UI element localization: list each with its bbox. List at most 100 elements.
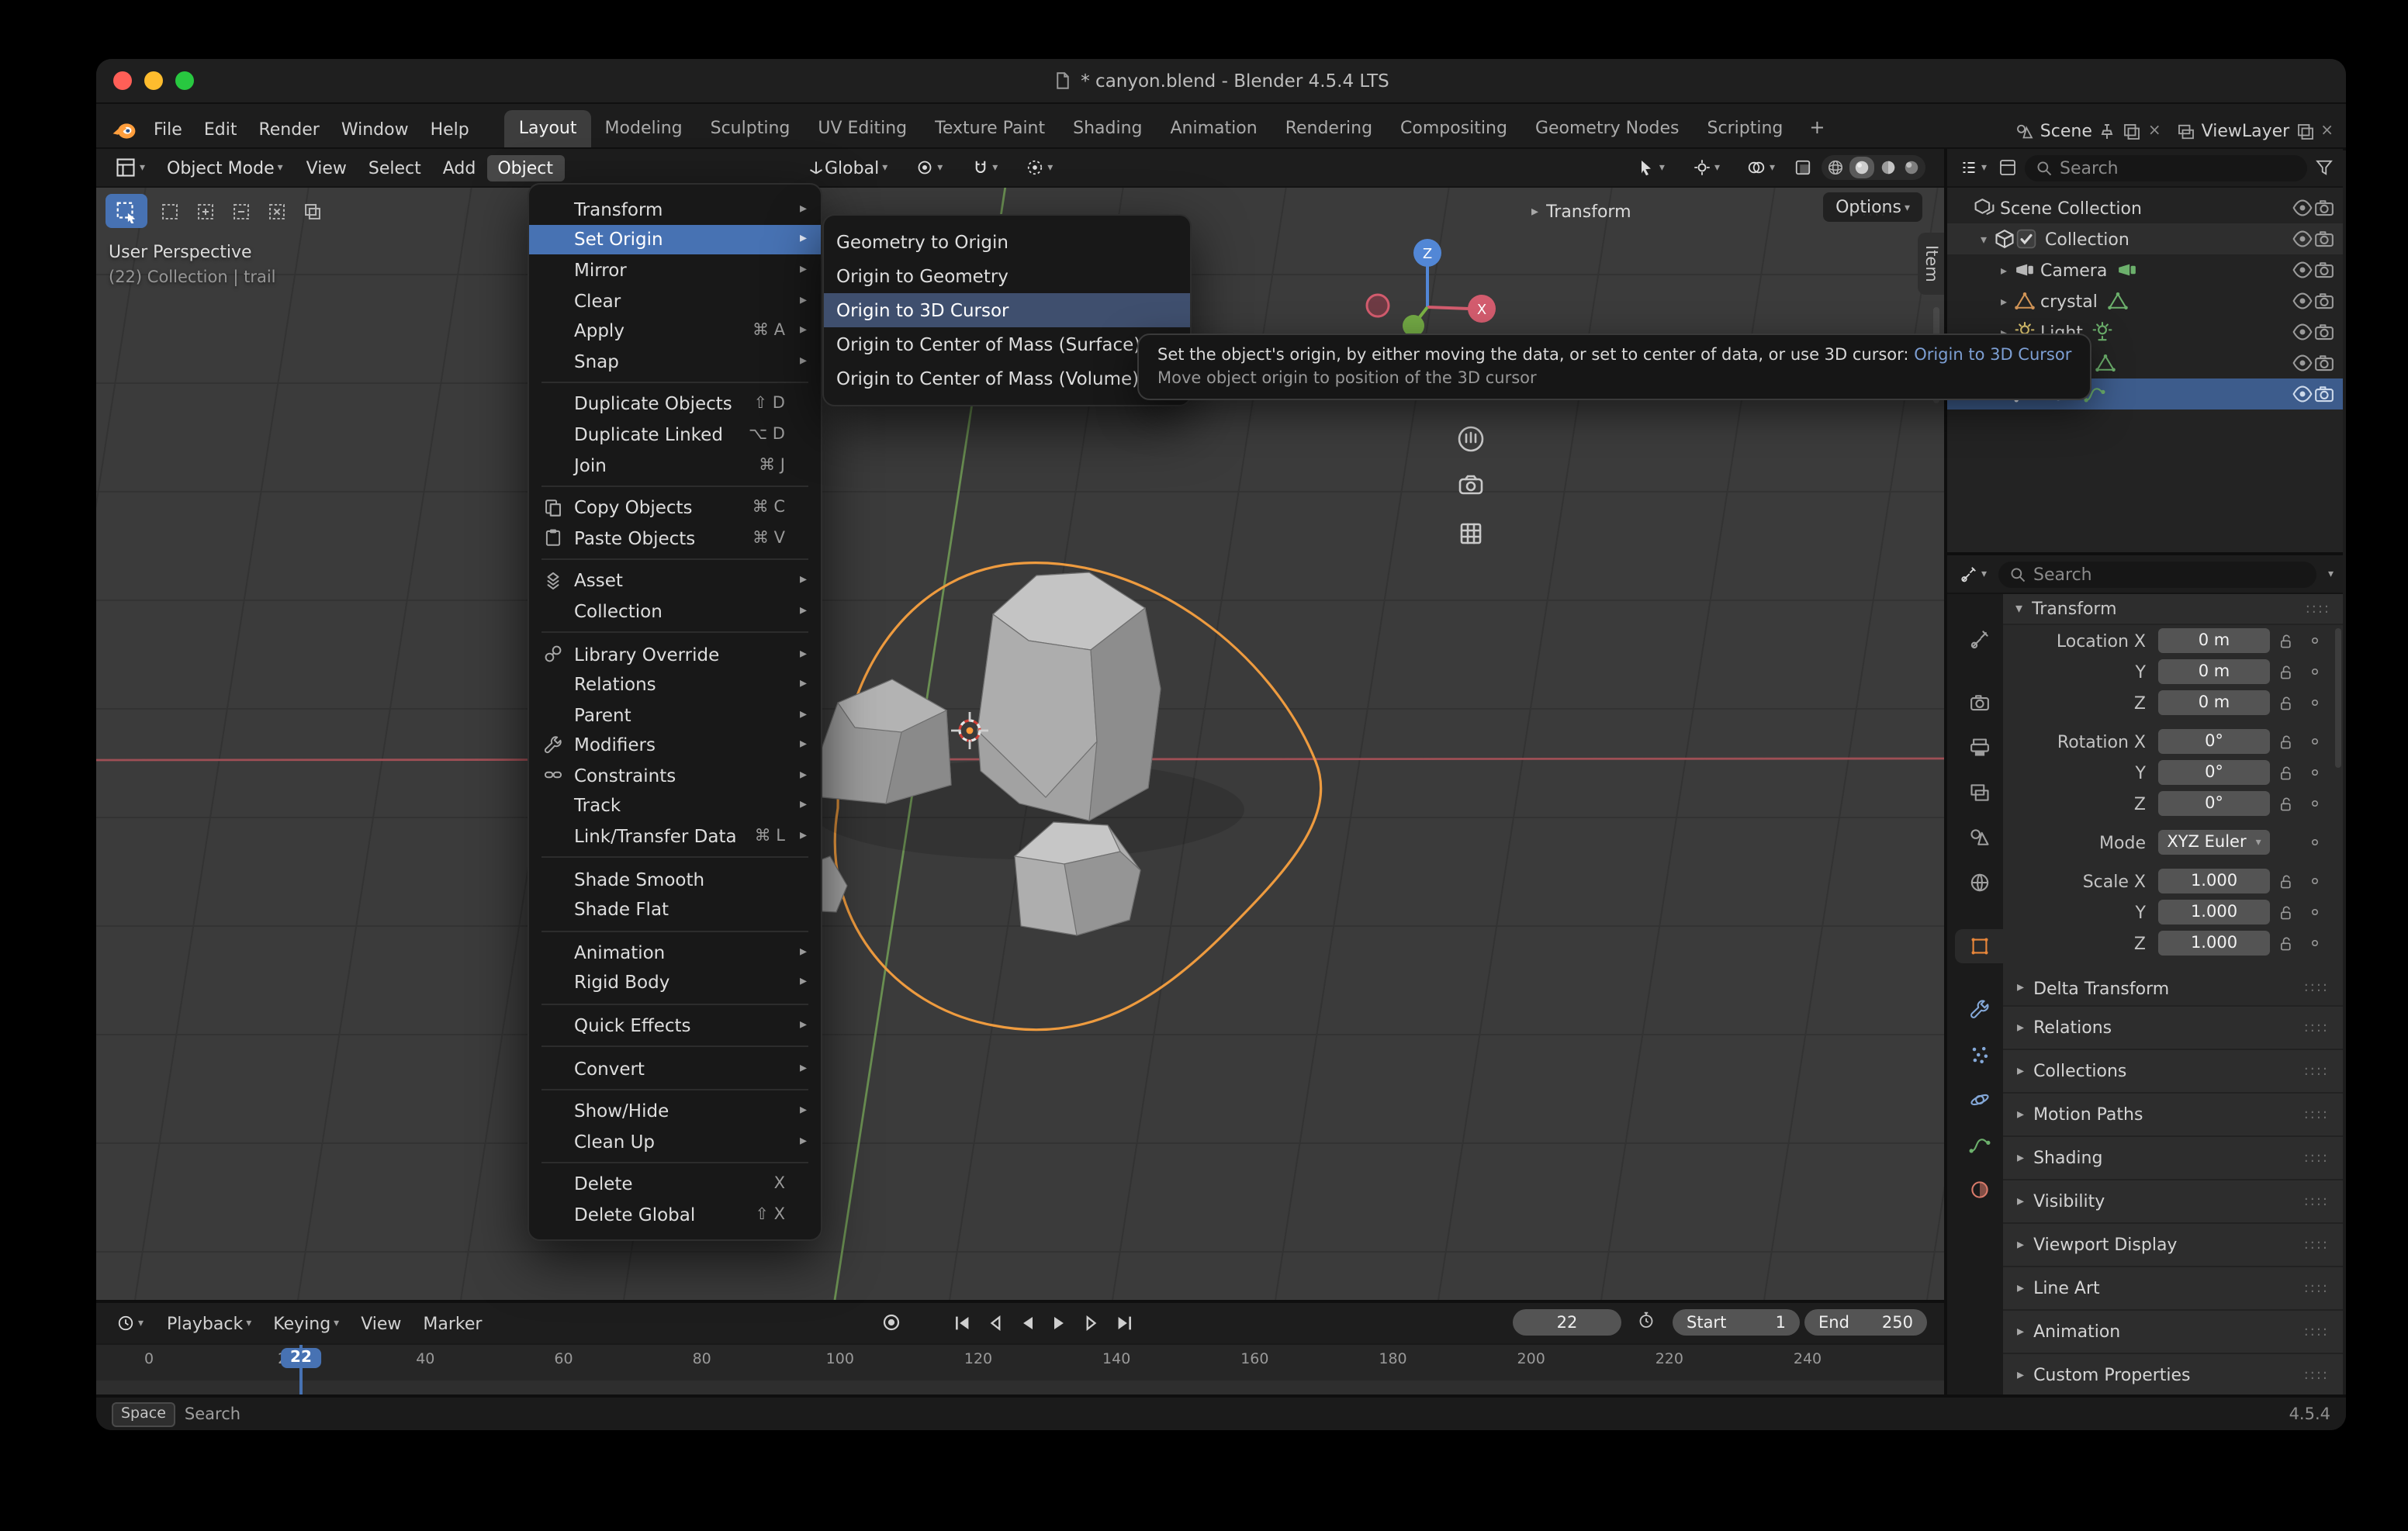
properties-tab-modifiers[interactable] (1955, 993, 2003, 1027)
properties-tab-view-layer[interactable] (1955, 776, 2003, 810)
lock-toggle-icon[interactable] (2270, 764, 2301, 781)
jump-next-keyframe-button[interactable] (1078, 1309, 1106, 1336)
object-menu-item-link-transfer-data[interactable]: Link/Transfer Data⌘ L▸ (529, 821, 821, 852)
hide-in-viewport-toggle[interactable] (2292, 197, 2313, 219)
y-field[interactable]: 0° (2158, 760, 2270, 785)
editor-type-dropdown[interactable]: ▾ (106, 154, 154, 181)
workspace-tab-layout[interactable]: Layout (505, 110, 591, 147)
lock-toggle-icon[interactable] (2270, 733, 2301, 750)
set-origin-item-origin-to-center-of-mass-volume[interactable]: Origin to Center of Mass (Volume) (824, 361, 1190, 396)
active-tool-select-box[interactable] (106, 194, 147, 228)
object-menu-item-modifiers[interactable]: Modifiers▸ (529, 730, 821, 760)
menu-file[interactable]: File (143, 115, 193, 144)
close-window-button[interactable] (113, 71, 132, 90)
animate-property-toggle[interactable] (2301, 664, 2329, 679)
timeline-ruler[interactable]: 020406080100120140160180200220240 22 (96, 1343, 1944, 1394)
outliner-row-scene-collection[interactable]: Scene Collection (1947, 192, 2343, 223)
lock-toggle-icon[interactable] (2270, 873, 2301, 890)
options-dropdown[interactable]: Options▾ (1823, 192, 1922, 222)
object-menu-item-convert[interactable]: Convert▸ (529, 1053, 821, 1083)
z-field[interactable]: 0° (2158, 791, 2270, 816)
filter-icon[interactable] (2315, 158, 2334, 177)
proportional-editing-dropdown[interactable]: ▾ (1016, 155, 1062, 180)
y-field[interactable]: 1.000 (2158, 900, 2270, 924)
menu-help[interactable]: Help (420, 115, 480, 144)
shading-rendered-button[interactable] (1902, 158, 1921, 177)
object-menu-item-copy-objects[interactable]: Copy Objects⌘ C (529, 492, 821, 523)
pan-viewport-button[interactable] (1459, 427, 1483, 451)
viewport-menu-select[interactable]: Select (358, 154, 432, 181)
current-frame-field[interactable]: 22 (1513, 1309, 1621, 1336)
y-field[interactable]: 0 m (2158, 659, 2270, 684)
remove-view-layer-icon[interactable]: × (2320, 123, 2334, 140)
expander-icon[interactable]: ▸ (1994, 263, 2014, 277)
panel-transform-header[interactable]: ▾ Transform :::: (2003, 594, 2343, 625)
shading-wireframe-button[interactable] (1826, 158, 1845, 177)
timeline-menu-marker[interactable]: Marker (412, 1310, 493, 1336)
outliner-editor-type-dropdown[interactable]: ▾ (1956, 158, 1990, 177)
workspace-tab-rendering[interactable]: Rendering (1271, 110, 1386, 147)
rotation-x-field[interactable]: 0° (2158, 729, 2270, 754)
properties-tab-tool[interactable] (1955, 622, 2003, 656)
object-menu-item-delete[interactable]: DeleteX (529, 1169, 821, 1199)
jump-to-start-button[interactable] (948, 1309, 976, 1336)
viewport-menu-view[interactable]: View (296, 154, 358, 181)
panel-shading[interactable]: ▸Shading:::: (2003, 1135, 2343, 1179)
animate-property-toggle[interactable] (2301, 695, 2329, 710)
scene-selector[interactable]: Scene × (2015, 121, 2161, 141)
object-menu-item-animation[interactable]: Animation▸ (529, 937, 821, 967)
lock-toggle-icon[interactable] (2270, 904, 2301, 921)
object-menu-item-asset[interactable]: Asset▸ (529, 565, 821, 596)
object-menu-item-collection[interactable]: Collection▸ (529, 596, 821, 626)
properties-tab-material[interactable] (1955, 1173, 2003, 1207)
object-menu-item-clean-up[interactable]: Clean Up▸ (529, 1126, 821, 1156)
properties-tab-scene[interactable] (1955, 821, 2003, 855)
workspace-tab-uv-editing[interactable]: UV Editing (804, 110, 921, 147)
rocks-object[interactable] (801, 572, 1161, 935)
panel-delta-transform[interactable]: ▸ Delta Transform :::: (2003, 971, 2343, 1005)
properties-tab-data[interactable] (1955, 1128, 2003, 1162)
hide-in-viewport-toggle[interactable] (2292, 259, 2313, 281)
transform-panel-header[interactable]: ▸ Transform (1531, 202, 1631, 222)
panel-viewport-display[interactable]: ▸Viewport Display:::: (2003, 1222, 2343, 1266)
disable-in-renders-toggle[interactable] (2313, 197, 2335, 219)
panel-drag-grip[interactable]: :::: (2306, 601, 2330, 617)
outliner-row-collection[interactable]: ▾Collection (1947, 223, 2343, 254)
object-menu-item-shade-flat[interactable]: Shade Flat (529, 894, 821, 924)
object-menu-item-paste-objects[interactable]: Paste Objects⌘ V (529, 523, 821, 553)
new-view-layer-icon[interactable] (2296, 122, 2314, 140)
hide-in-viewport-toggle[interactable] (2292, 290, 2313, 312)
panel-line-art[interactable]: ▸Line Art:::: (2003, 1266, 2343, 1309)
lock-toggle-icon[interactable] (2270, 663, 2301, 680)
outliner-display-mode-icon[interactable] (1998, 158, 2016, 177)
animate-property-toggle[interactable] (2301, 904, 2329, 920)
select-mode-set-button[interactable] (155, 197, 183, 225)
auto-keying-toggle[interactable] (877, 1309, 905, 1336)
object-type-visibility-dropdown[interactable]: ▾ (1628, 155, 1674, 180)
toggle-xray-button[interactable] (1794, 158, 1812, 177)
set-origin-item-origin-to-3d-cursor[interactable]: Origin to 3D Cursor (824, 293, 1190, 327)
shading-material-button[interactable] (1879, 158, 1898, 177)
select-mode-extend-button[interactable] (191, 197, 219, 225)
view-layer-selector[interactable]: ViewLayer × (2177, 121, 2334, 141)
panel-relations[interactable]: ▸Relations:::: (2003, 1005, 2343, 1049)
location-x-field[interactable]: 0 m (2158, 628, 2270, 653)
scale-x-field[interactable]: 1.000 (2158, 869, 2270, 893)
properties-tab-render[interactable] (1955, 686, 2003, 720)
properties-tab-world[interactable] (1955, 866, 2003, 900)
object-menu-item-duplicate-objects[interactable]: Duplicate Objects⇧ D (529, 389, 821, 419)
play-reverse-button[interactable] (1013, 1309, 1041, 1336)
add-workspace-button[interactable]: + (1797, 109, 1837, 147)
disable-in-renders-toggle[interactable] (2313, 259, 2335, 281)
animate-property-toggle[interactable] (2301, 734, 2329, 749)
hide-in-viewport-toggle[interactable] (2292, 228, 2313, 250)
select-mode-intersect-button[interactable] (298, 197, 326, 225)
outliner-row-crystal[interactable]: ▸crystal (1947, 285, 2343, 316)
panel-motion-paths[interactable]: ▸Motion Paths:::: (2003, 1092, 2343, 1135)
object-menu-item-set-origin[interactable]: Set Origin▸ (529, 224, 821, 254)
properties-tab-output[interactable] (1955, 731, 2003, 765)
blender-logo-icon[interactable] (112, 121, 137, 141)
timeline-menu-playback[interactable]: Playback▾ (156, 1310, 262, 1336)
camera-view-button[interactable] (1460, 476, 1482, 493)
play-button[interactable] (1046, 1309, 1074, 1336)
